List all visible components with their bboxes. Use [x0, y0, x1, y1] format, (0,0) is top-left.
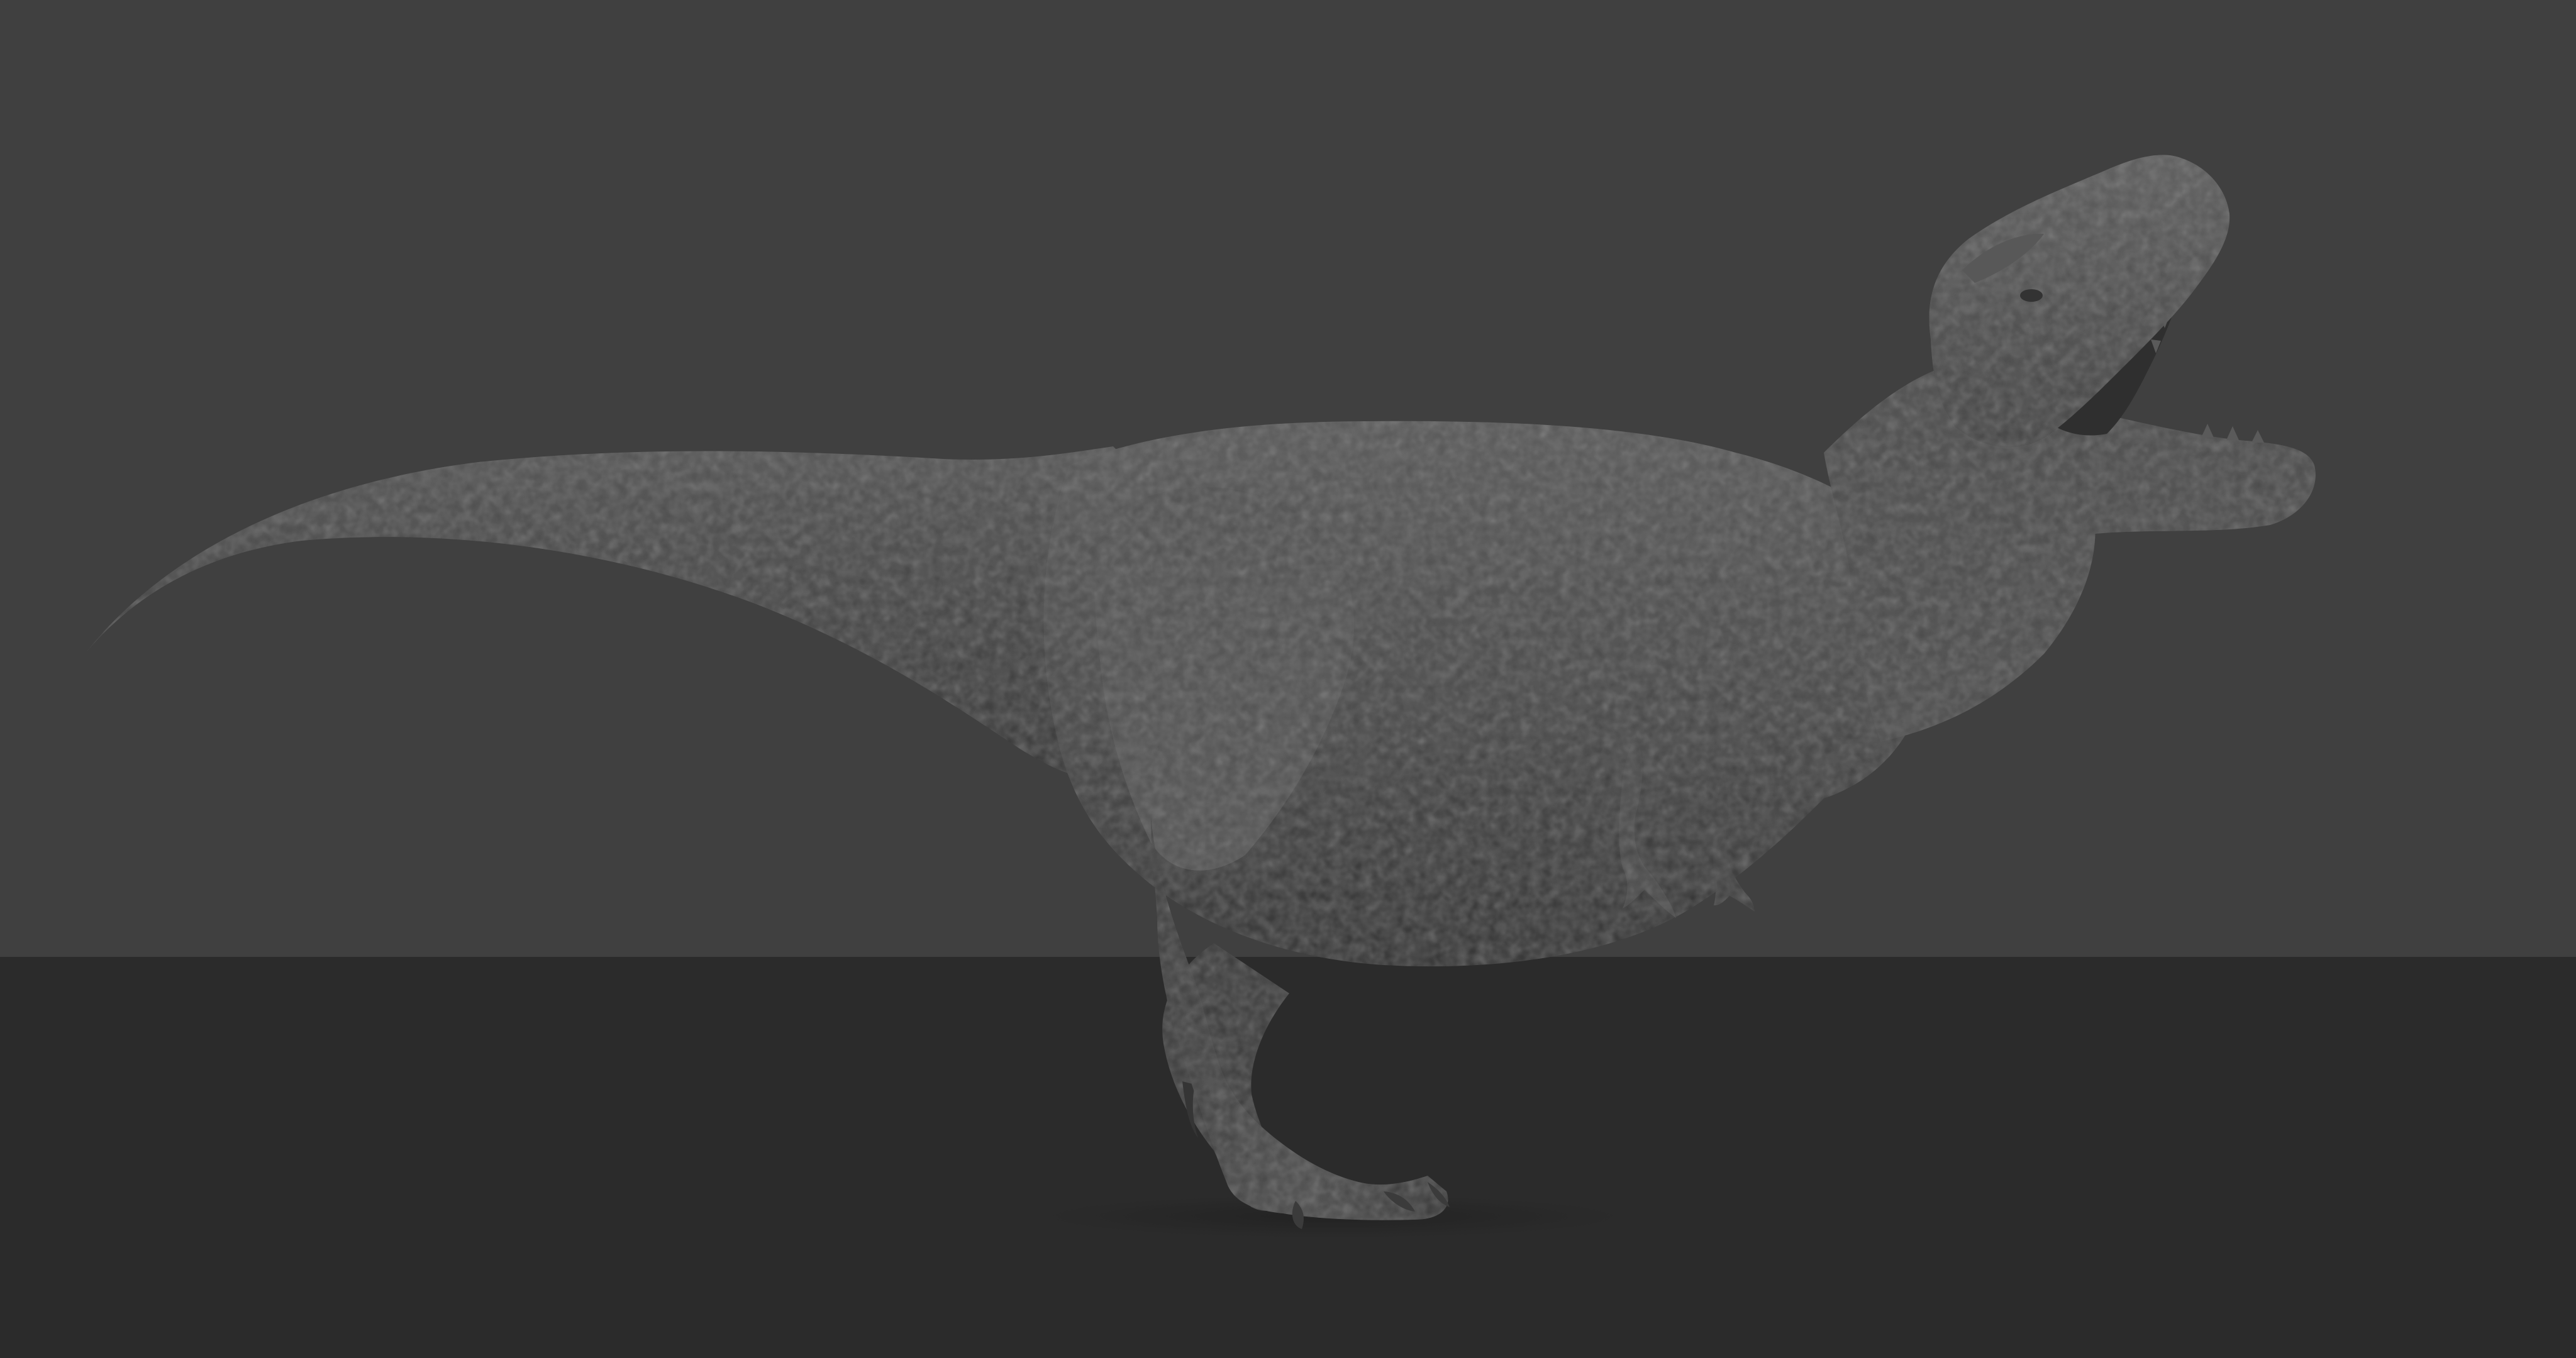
eye: [2020, 289, 2043, 302]
trex-model: [85, 155, 2316, 1238]
skull: [1929, 155, 2230, 448]
tail: [85, 446, 1186, 778]
render-viewport: [0, 0, 2576, 1358]
